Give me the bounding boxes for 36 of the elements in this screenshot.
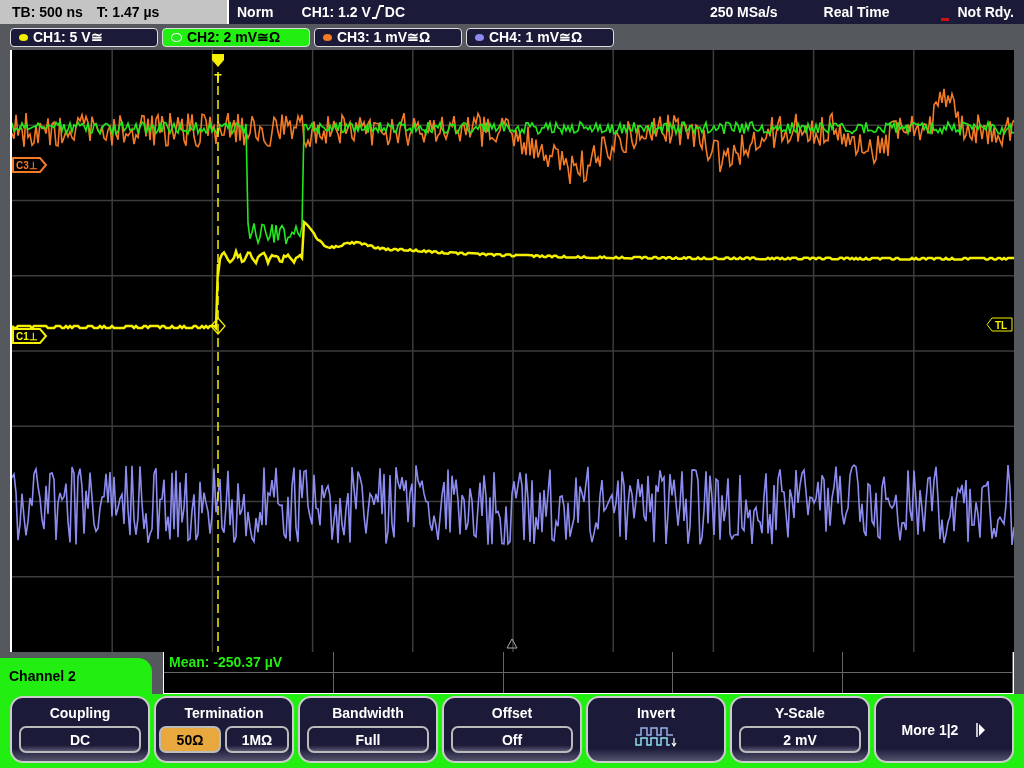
trigger-time-text: T: 1.47 µs <box>96 4 160 20</box>
more-softkey[interactable]: More 1|2 <box>874 696 1014 763</box>
termination-option[interactable]: 50Ω <box>159 726 221 753</box>
invert-softkey[interactable]: Invert <box>586 696 726 763</box>
softkey-label: Coupling <box>49 705 111 721</box>
channel-marker[interactable]: C1⊥ <box>12 328 48 344</box>
timebase-text: TB: 500 ns <box>12 4 83 20</box>
center-marker-icon <box>506 638 518 649</box>
softkey-value-button[interactable]: DC <box>19 726 141 753</box>
softkey-label: Y-Scale <box>775 705 825 721</box>
channel-tab[interactable]: CH2: 2 mV≅Ω <box>162 27 310 47</box>
softkey-label: Bandwidth <box>332 705 404 721</box>
channel-marker[interactable]: C3⊥ <box>12 157 48 173</box>
termination-option[interactable]: 1MΩ <box>225 726 289 753</box>
softkey-value-button[interactable]: Full <box>307 726 429 753</box>
measurement-text: Mean: -250.37 µV <box>169 654 283 670</box>
channel-tab[interactable]: CH3: 1 mV≅Ω <box>314 27 462 47</box>
softkey-value-button[interactable]: 2 mV <box>739 726 861 753</box>
sample-rate-text: 250 MSa/s <box>709 4 778 20</box>
status-indicator-icon <box>941 17 950 21</box>
trigger-point-icon <box>210 317 226 335</box>
invert-waveform-icon <box>635 726 677 748</box>
channel-tab[interactable]: CH4: 1 mV≅Ω <box>466 27 614 47</box>
menu-title: Channel 2 <box>0 658 152 694</box>
trigger-source-text: CH1: 1.2 V <box>301 4 371 20</box>
trigger-coupling-text: DC <box>384 4 406 20</box>
channel-tab[interactable]: CH1: 5 V≅ <box>10 27 158 47</box>
acquisition-mode-text: Real Time <box>823 4 890 20</box>
arrow-right-icon <box>976 722 987 737</box>
softkey-label: Termination <box>184 705 264 721</box>
acquisition-state-text: Not Rdy. <box>957 4 1014 20</box>
softkey-value-button[interactable]: Off <box>451 726 573 753</box>
rising-edge-icon <box>371 5 384 19</box>
softkey-label: Offset <box>491 705 533 721</box>
trigger-level-marker[interactable]: TL <box>986 317 1013 332</box>
trigger-mode-text: Norm <box>237 4 274 20</box>
